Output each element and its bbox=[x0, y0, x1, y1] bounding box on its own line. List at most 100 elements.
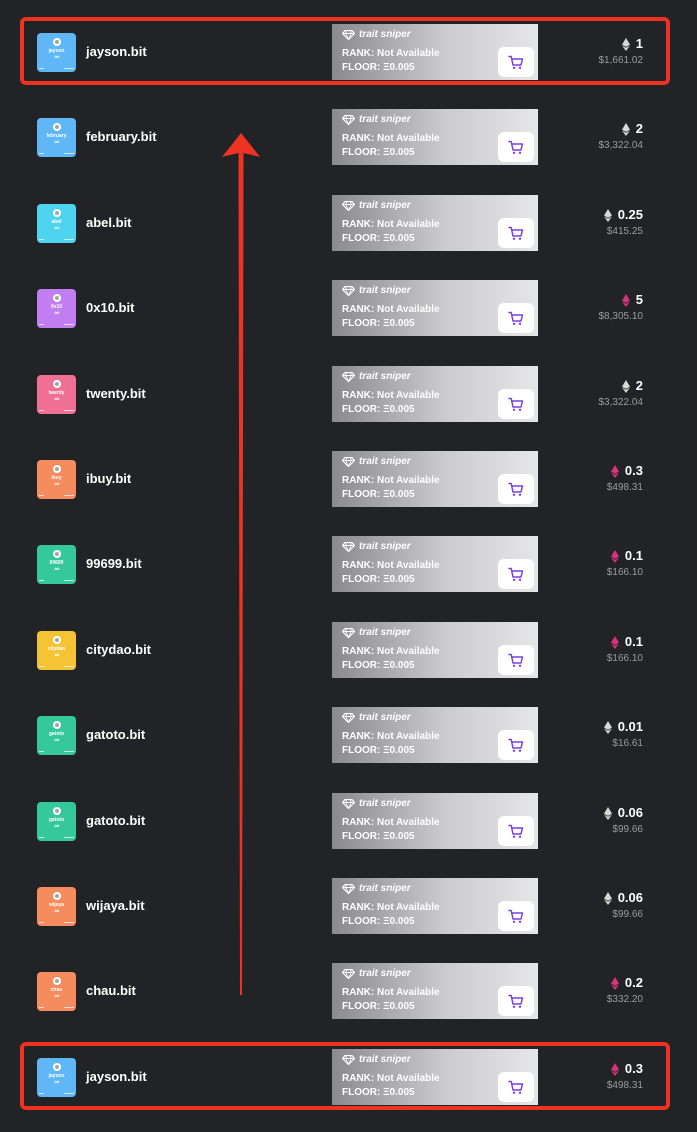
nft-thumbnail[interactable]: wijaya .bit bbox=[37, 887, 76, 926]
price-block: 2 $3,322.04 bbox=[599, 121, 644, 152]
cart-icon bbox=[508, 226, 524, 240]
thumbnail-tld: .bit bbox=[53, 993, 60, 998]
nft-thumbnail[interactable]: twenty .bit bbox=[37, 375, 76, 414]
floor-line: FLOOR: Ξ0.005 bbox=[342, 574, 415, 586]
floor-value: Ξ0.005 bbox=[383, 233, 415, 244]
thumbnail-tld: .bit bbox=[53, 139, 60, 144]
rank-label: RANK: bbox=[342, 219, 375, 230]
nft-name-link[interactable]: 99699.bit bbox=[86, 556, 142, 572]
nft-name-link[interactable]: gatoto.bit bbox=[86, 727, 145, 743]
trait-sniper-header[interactable]: trait sniper bbox=[342, 712, 411, 724]
price-block: 0.1 $166.10 bbox=[607, 634, 643, 665]
add-to-cart-button[interactable] bbox=[498, 389, 534, 419]
price-eth: 0.1 bbox=[624, 548, 643, 563]
listing-row[interactable]: abel .bit abel.bit trait sniper RANK: No… bbox=[0, 180, 697, 265]
floor-line: FLOOR: Ξ0.005 bbox=[342, 660, 415, 672]
listing-row[interactable]: 99699 .bit 99699.bit trait sniper RANK: … bbox=[0, 521, 697, 606]
gem-icon bbox=[342, 115, 355, 125]
trait-sniper-header[interactable]: trait sniper bbox=[342, 627, 411, 639]
price-eth: 0.1 bbox=[624, 634, 643, 649]
rank-value: Not Available bbox=[377, 304, 440, 315]
rank-label: RANK: bbox=[342, 646, 375, 657]
nft-thumbnail[interactable]: gatoto .bit bbox=[37, 802, 76, 841]
listing-row[interactable]: chau .bit chau.bit trait sniper RANK: No… bbox=[0, 948, 697, 1033]
listing-row[interactable]: february .bit february.bit trait sniper … bbox=[0, 94, 697, 179]
trait-sniper-header[interactable]: trait sniper bbox=[342, 541, 411, 553]
nft-thumbnail[interactable]: abel .bit bbox=[37, 204, 76, 243]
gem-icon bbox=[342, 201, 355, 211]
floor-label: FLOOR: bbox=[342, 745, 381, 756]
nft-thumbnail[interactable]: 99699 .bit bbox=[37, 545, 76, 584]
nft-thumbnail[interactable]: citydao .bit bbox=[37, 631, 76, 670]
nft-name-link[interactable]: gatoto.bit bbox=[86, 813, 145, 829]
add-to-cart-button[interactable] bbox=[498, 559, 534, 589]
nft-name-link[interactable]: chau.bit bbox=[86, 983, 136, 999]
price-usd: $8,305.10 bbox=[598, 311, 644, 322]
add-to-cart-button[interactable] bbox=[498, 901, 534, 931]
nft-name-link[interactable]: wijaya.bit bbox=[86, 898, 145, 914]
nft-name-link[interactable]: ibuy.bit bbox=[86, 471, 131, 487]
nft-thumbnail[interactable]: 0x10 .bit bbox=[37, 289, 76, 328]
cart-icon bbox=[508, 567, 524, 581]
nft-thumbnail[interactable]: gatoto .bit bbox=[37, 716, 76, 755]
add-to-cart-button[interactable] bbox=[498, 645, 534, 675]
add-to-cart-button[interactable] bbox=[498, 730, 534, 760]
trait-sniper-header[interactable]: trait sniper bbox=[342, 200, 411, 212]
listing-row[interactable]: gatoto .bit gatoto.bit trait sniper RANK… bbox=[0, 778, 697, 863]
floor-label: FLOOR: bbox=[342, 489, 381, 500]
floor-value: Ξ0.005 bbox=[383, 318, 415, 329]
trait-sniper-header[interactable]: trait sniper bbox=[342, 968, 411, 980]
trait-sniper-header[interactable]: trait sniper bbox=[342, 371, 411, 383]
thumbnail-tld: .bit bbox=[53, 823, 60, 828]
add-to-cart-button[interactable] bbox=[498, 816, 534, 846]
floor-line: FLOOR: Ξ0.005 bbox=[342, 1001, 415, 1013]
listing-row[interactable]: gatoto .bit gatoto.bit trait sniper RANK… bbox=[0, 692, 697, 777]
listing-row[interactable]: wijaya .bit wijaya.bit trait sniper RANK… bbox=[0, 863, 697, 948]
nft-name-link[interactable]: february.bit bbox=[86, 129, 157, 145]
nft-name-link[interactable]: twenty.bit bbox=[86, 386, 146, 402]
cart-icon bbox=[508, 738, 524, 752]
price-eth: 0.3 bbox=[624, 463, 643, 478]
add-to-cart-button[interactable] bbox=[498, 474, 534, 504]
price-usd: $99.66 bbox=[612, 909, 643, 920]
add-to-cart-button[interactable] bbox=[498, 303, 534, 333]
nft-thumbnail[interactable]: ibuy .bit bbox=[37, 460, 76, 499]
listing-row[interactable]: twenty .bit twenty.bit trait sniper RANK… bbox=[0, 351, 697, 436]
rank-line: RANK: Not Available bbox=[342, 817, 440, 829]
floor-line: FLOOR: Ξ0.005 bbox=[342, 147, 415, 159]
trait-sniper-header[interactable]: trait sniper bbox=[342, 798, 411, 810]
listing-row[interactable]: ibuy .bit ibuy.bit trait sniper RANK: No… bbox=[0, 436, 697, 521]
add-to-cart-button[interactable] bbox=[498, 132, 534, 162]
floor-label: FLOOR: bbox=[342, 147, 381, 158]
add-to-cart-button[interactable] bbox=[498, 218, 534, 248]
trait-sniper-header[interactable]: trait sniper bbox=[342, 456, 411, 468]
thumbnail-tld: .bit bbox=[53, 396, 60, 401]
eth-icon bbox=[621, 122, 630, 136]
price-block: 5 $8,305.10 bbox=[599, 292, 644, 323]
listing-row[interactable]: 0x10 .bit 0x10.bit trait sniper RANK: No… bbox=[0, 265, 697, 350]
thumbnail-tld: .bit bbox=[53, 566, 60, 571]
floor-label: FLOOR: bbox=[342, 660, 381, 671]
price-block: 0.3 $498.31 bbox=[607, 463, 643, 494]
add-to-cart-button[interactable] bbox=[498, 986, 534, 1016]
thumbnail-footer bbox=[39, 837, 74, 839]
rank-label: RANK: bbox=[342, 817, 375, 828]
trait-sniper-card: trait sniper RANK: Not Available FLOOR: … bbox=[332, 366, 538, 422]
highlight-box bbox=[20, 17, 670, 85]
listing-row[interactable]: citydao .bit citydao.bit trait sniper RA… bbox=[0, 607, 697, 692]
trait-sniper-brand: trait sniper bbox=[359, 968, 411, 979]
nft-thumbnail[interactable]: chau .bit bbox=[37, 972, 76, 1011]
rank-line: RANK: Not Available bbox=[342, 219, 440, 231]
cart-icon bbox=[508, 311, 524, 325]
nft-thumbnail[interactable]: february .bit bbox=[37, 118, 76, 157]
rank-value: Not Available bbox=[377, 390, 440, 401]
trait-sniper-header[interactable]: trait sniper bbox=[342, 285, 411, 297]
price-usd: $332.20 bbox=[606, 994, 643, 1005]
trait-sniper-header[interactable]: trait sniper bbox=[342, 114, 411, 126]
nft-name-link[interactable]: citydao.bit bbox=[86, 642, 151, 658]
rank-label: RANK: bbox=[342, 731, 375, 742]
nft-name-link[interactable]: abel.bit bbox=[86, 215, 132, 231]
trait-sniper-header[interactable]: trait sniper bbox=[342, 883, 411, 895]
cart-icon bbox=[508, 653, 524, 667]
nft-name-link[interactable]: 0x10.bit bbox=[86, 300, 134, 316]
